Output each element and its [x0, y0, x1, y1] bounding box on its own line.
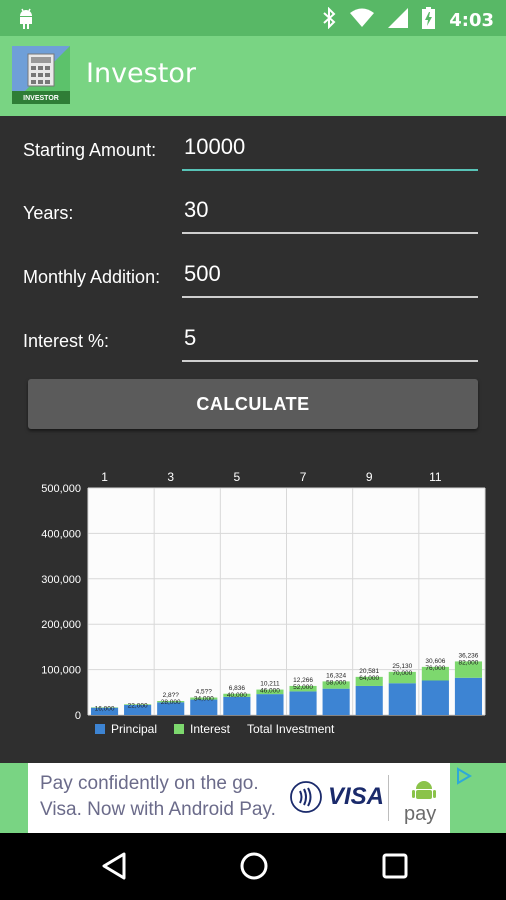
years-field-underline	[182, 192, 478, 234]
bar-interest-label: 10,211	[260, 681, 280, 688]
legend-swatch-principal	[95, 724, 105, 734]
navigation-bar	[0, 833, 506, 900]
chart-svg: 500,000 400,000 300,000 200,000 100,000 0 1 3 5 7…	[41, 470, 486, 736]
starting-amount-row: Starting Amount:	[0, 125, 506, 175]
bar-principal-label: 22,000	[128, 702, 148, 709]
ad-line2: Visa. Now with Android Pay.	[40, 799, 276, 820]
bar-interest-label: 20,581	[359, 668, 379, 675]
android-icon	[16, 6, 36, 34]
status-bar: 4:03	[0, 0, 506, 36]
bar-principal	[322, 688, 350, 715]
starting-amount-input[interactable]	[182, 129, 476, 165]
y-tick-label: 500,000	[41, 483, 81, 495]
app-bar: INVESTOR Investor	[0, 36, 506, 116]
x-tick-label: 3	[167, 470, 174, 484]
svg-text:INVESTOR: INVESTOR	[23, 95, 59, 102]
status-time: 4:03	[449, 9, 494, 31]
years-label: Years:	[23, 203, 74, 223]
adchoices-icon[interactable]	[455, 767, 473, 789]
bluetooth-icon	[322, 6, 336, 33]
signal-icon	[388, 8, 409, 32]
bar-interest-label: 16,324	[326, 672, 346, 679]
legend-total-investment: Total Investment	[247, 722, 335, 736]
years-row: Years:	[0, 188, 506, 238]
x-tick-label: 1	[101, 470, 108, 484]
bar-interest-label: 4,5??	[196, 689, 213, 696]
visa-text: VISA	[328, 783, 385, 810]
bar-principal	[421, 680, 449, 715]
bar-interest-label: 12,266	[293, 677, 313, 684]
bar-interest-label: 25,130	[392, 663, 412, 670]
bar-principal-label: 28,000	[161, 699, 181, 706]
bar-principal-label: 52,000	[293, 684, 313, 691]
y-tick-label: 300,000	[41, 574, 81, 586]
legend-interest: Interest	[190, 722, 231, 736]
x-tick-label: 9	[366, 470, 373, 484]
ad-banner[interactable]: Pay confidently on the go. Visa. Now wit…	[0, 763, 506, 833]
bar-principal-label: 40,000	[227, 692, 247, 699]
bar-principal-label: 34,000	[194, 696, 214, 703]
interest-input[interactable]	[182, 320, 476, 356]
bar-principal	[289, 691, 317, 715]
bar-principal	[256, 694, 284, 715]
bar-principal-label: 64,000	[359, 675, 379, 682]
starting-amount-label: Starting Amount:	[23, 140, 157, 160]
bar-principal-label: 70,000	[392, 670, 412, 677]
x-tick-label: 5	[234, 470, 241, 484]
interest-row: Interest %:	[0, 316, 506, 366]
y-tick-label: 100,000	[41, 665, 81, 677]
starting-amount-field-underline	[182, 129, 478, 171]
legend-principal: Principal	[111, 722, 157, 736]
visa-logo: VISA	[290, 781, 384, 813]
app-title: Investor	[86, 58, 196, 89]
battery-icon	[422, 7, 436, 33]
recents-icon[interactable]	[381, 851, 409, 885]
ad-card[interactable]: Pay confidently on the go. Visa. Now wit…	[28, 763, 472, 833]
years-input[interactable]	[182, 192, 476, 228]
bar-principal	[223, 696, 251, 715]
bar-interest-label: 6,836	[229, 685, 246, 692]
interest-field-underline	[182, 320, 478, 362]
y-tick-label: 0	[75, 710, 81, 722]
app-icon: INVESTOR	[12, 46, 70, 104]
wifi-icon	[350, 8, 375, 32]
home-icon[interactable]	[239, 851, 269, 885]
interest-label: Interest %:	[23, 331, 110, 351]
bar-interest-label: 36,236	[459, 652, 479, 659]
bar-principal-label: 46,000	[260, 688, 280, 695]
x-tick-label: 7	[300, 470, 307, 484]
legend-swatch-interest	[174, 724, 184, 734]
ad-line1: Pay confidently on the go.	[40, 773, 259, 794]
bar-principal-label: 58,000	[326, 679, 346, 686]
contactless-icon	[290, 781, 322, 813]
back-icon[interactable]	[100, 851, 128, 885]
bar-principal	[454, 677, 483, 715]
bar-principal-label: 16,000	[95, 705, 115, 712]
investment-chart: 500,000 400,000 300,000 200,000 100,000 0 1 3 5 7…	[0, 460, 506, 750]
monthly-addition-row: Monthly Addition:	[0, 252, 506, 302]
y-tick-label: 400,000	[41, 528, 81, 540]
bar-interest-label: 30,606	[425, 658, 445, 665]
bar-principal	[355, 685, 383, 715]
x-tick-label: 11	[429, 470, 442, 484]
calculate-button[interactable]: CALCULATE	[28, 379, 478, 429]
bar-principal-label: 82,000	[459, 659, 479, 666]
pay-text: pay	[404, 803, 437, 825]
monthly-addition-input[interactable]	[182, 256, 476, 292]
ad-divider	[388, 775, 389, 821]
bar-principal-label: 76,000	[425, 665, 445, 672]
monthly-addition-field-underline	[182, 256, 478, 298]
bar-interest-label: 2,8??	[163, 692, 180, 699]
bar-principal	[388, 683, 416, 715]
monthly-addition-label: Monthly Addition:	[23, 267, 161, 287]
y-tick-label: 200,000	[41, 619, 81, 631]
